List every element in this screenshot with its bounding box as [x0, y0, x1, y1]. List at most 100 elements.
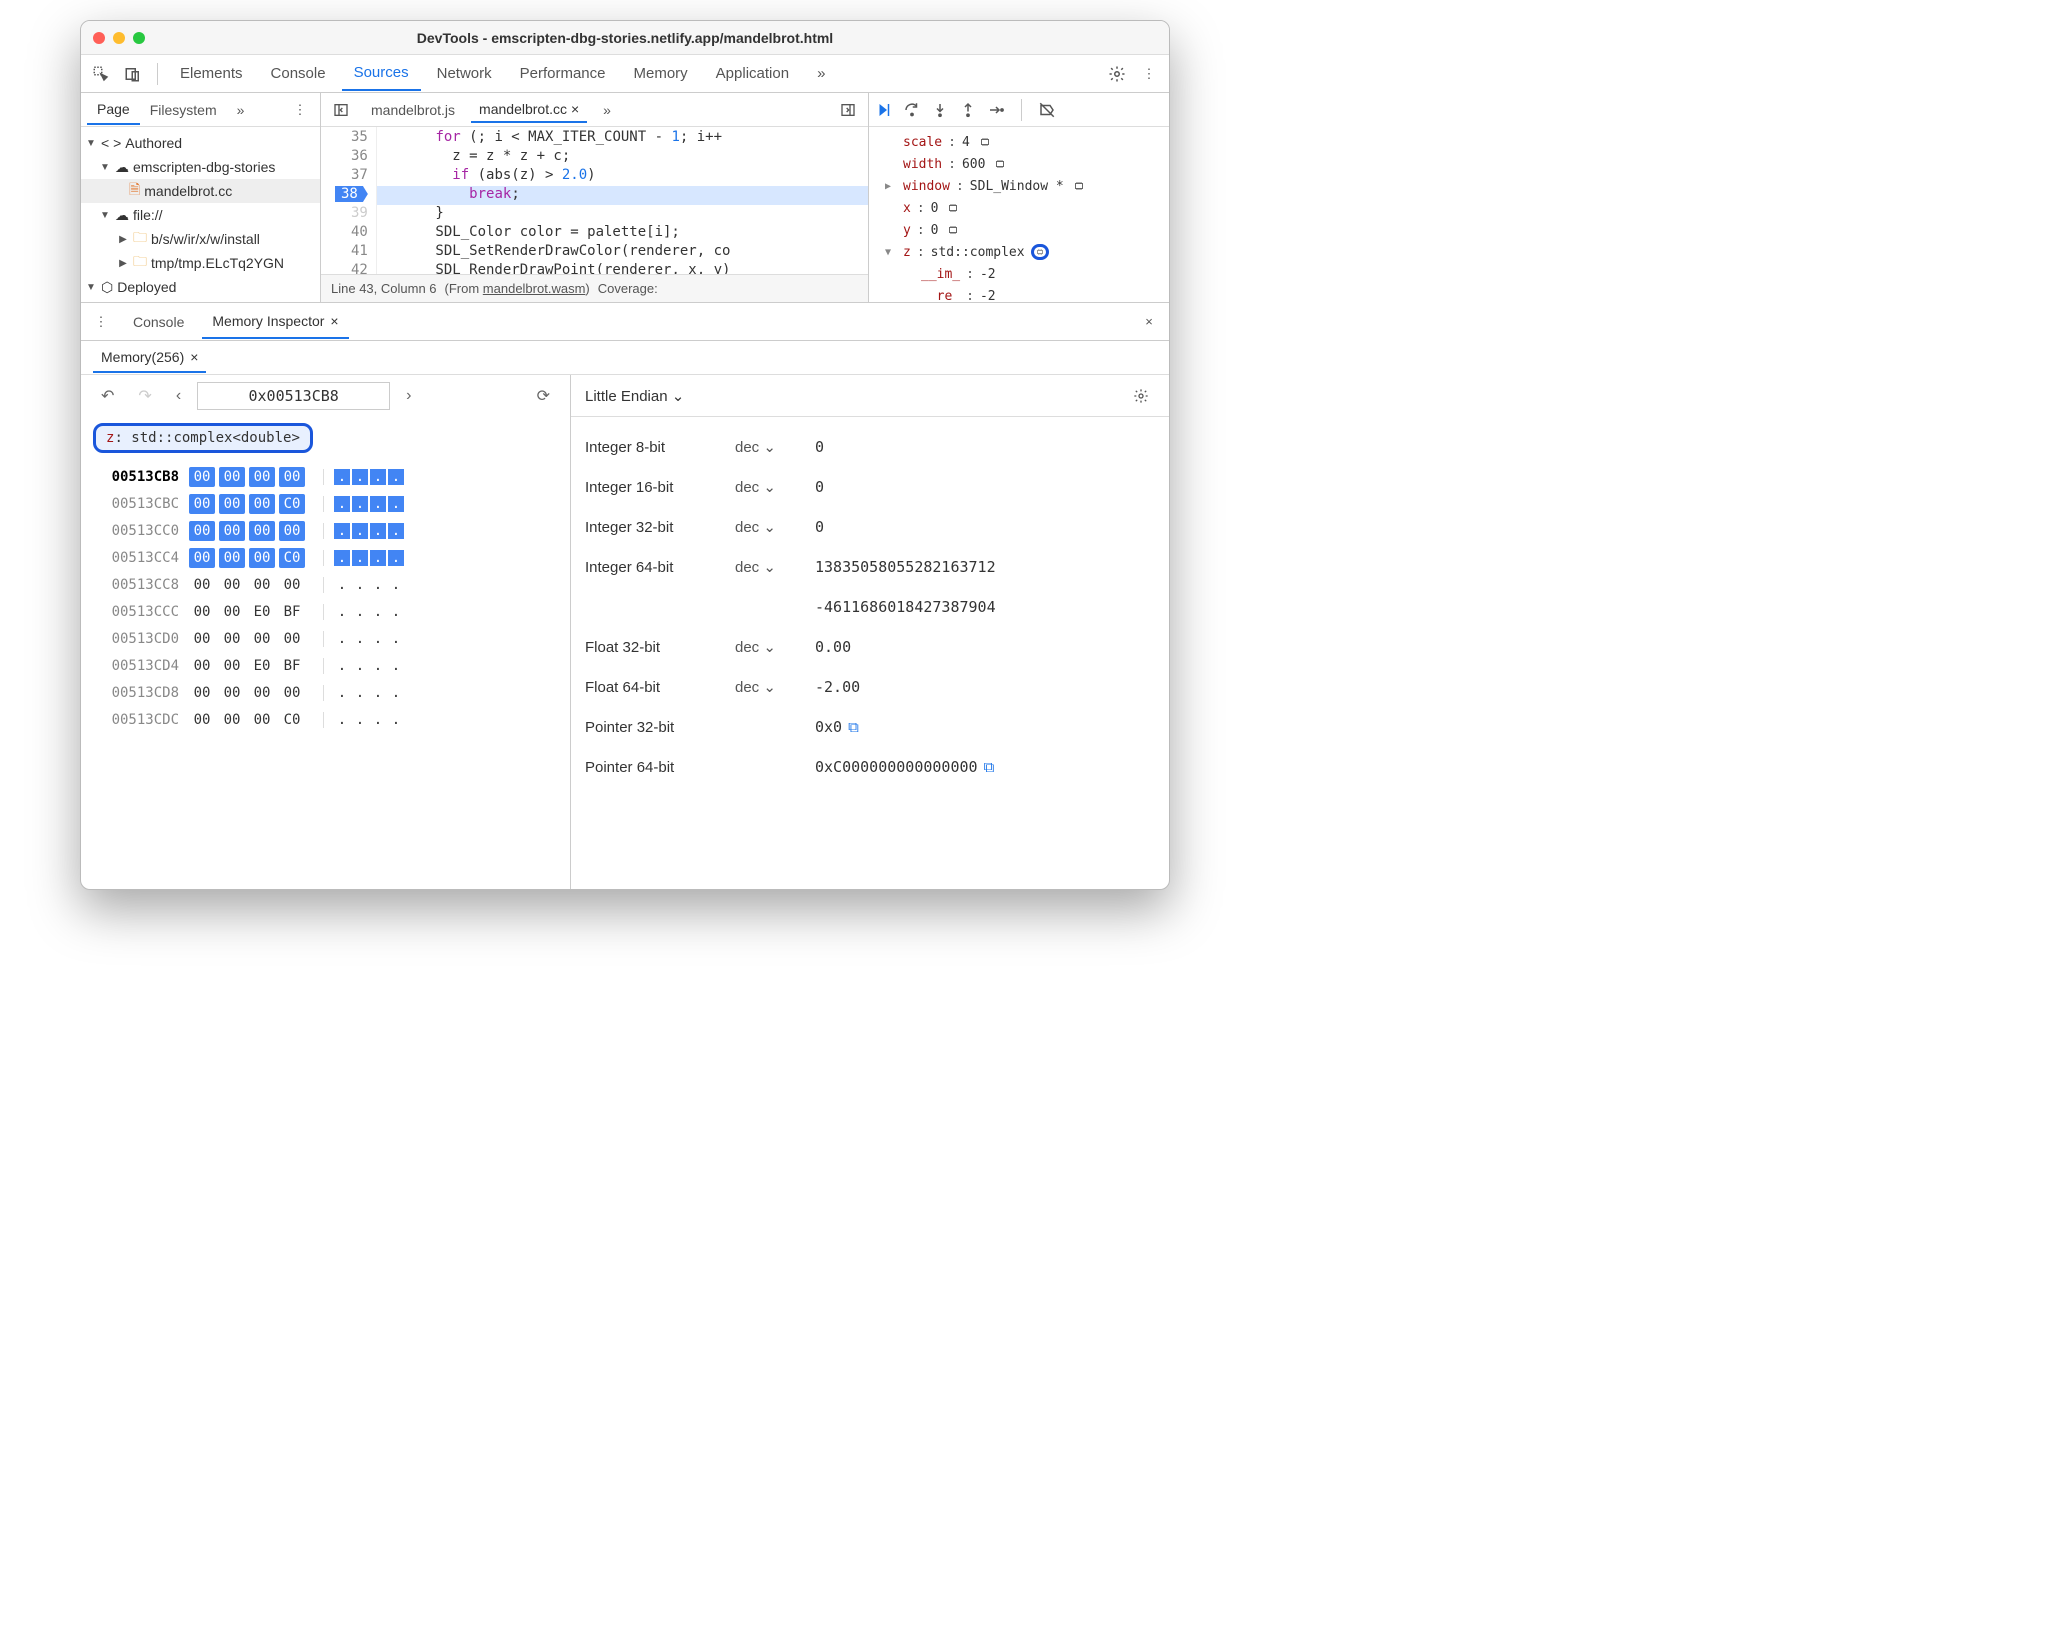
cloud-icon: ☁ [115, 159, 129, 176]
close-window-icon[interactable] [93, 32, 105, 44]
prev-page-icon[interactable]: ‹ [168, 387, 189, 405]
undo-icon[interactable]: ↶ [93, 386, 122, 406]
navigator-overflow[interactable]: » [227, 96, 255, 124]
nav-back-icon[interactable] [327, 96, 355, 124]
tree-file-scheme[interactable]: ▼☁file:// [81, 203, 320, 227]
scope-var-width[interactable]: width: 600 [875, 153, 1163, 175]
navigator-tab-page[interactable]: Page [87, 95, 140, 125]
hex-row[interactable]: 00513CD40000E0BF.... [93, 652, 558, 679]
refresh-icon[interactable]: ⟳ [529, 386, 558, 406]
tree-authored[interactable]: ▼< >Authored [81, 131, 320, 155]
format-select[interactable]: dec ⌄ [735, 638, 776, 656]
cursor-position: Line 43, Column 6 [331, 281, 437, 296]
window-title: DevTools - emscripten-dbg-stories.netlif… [81, 30, 1169, 46]
memory-chip-icon[interactable] [944, 222, 962, 238]
tab-overflow[interactable]: » [805, 57, 837, 90]
cloud-icon: ☁ [115, 207, 129, 224]
hex-row[interactable]: 00513CBC000000C0.... [93, 490, 558, 517]
scope-variables: scale: 4width: 600▶ window: SDL_Window *… [869, 127, 1169, 302]
navigator-more-icon[interactable]: ⋮ [286, 96, 314, 124]
jump-to-address-icon[interactable]: ⧉ [848, 718, 859, 736]
tree-file-mandelbrot[interactable]: 🗎mandelbrot.cc [81, 179, 320, 203]
memory-hex-panel: ↶ ↷ ‹ › ⟳ z: std::complex<double> 00513C… [81, 375, 571, 889]
tab-console[interactable]: Console [259, 57, 338, 90]
hex-row[interactable]: 00513CC4000000C0.... [93, 544, 558, 571]
memory-chip-icon[interactable] [1031, 244, 1049, 260]
hex-row[interactable]: 00513CB800000000.... [93, 463, 558, 490]
scope-var-z[interactable]: ▼ z: std::complex [875, 241, 1163, 263]
file-tree: ▼< >Authored ▼☁emscripten-dbg-stories 🗎m… [81, 127, 320, 302]
chevron-down-icon: ⌄ [763, 679, 776, 696]
step-into-icon[interactable] [931, 101, 949, 119]
endian-select[interactable]: Little Endian ⌄ [585, 387, 684, 405]
tab-elements[interactable]: Elements [168, 57, 255, 90]
format-select[interactable]: dec ⌄ [735, 478, 776, 496]
tab-memory[interactable]: Memory [622, 57, 700, 90]
tree-deployed[interactable]: ▼⬡Deployed [81, 275, 320, 299]
jump-to-address-icon[interactable]: ⧉ [984, 758, 995, 776]
hex-row[interactable]: 00513CD800000000.... [93, 679, 558, 706]
format-select[interactable]: dec ⌄ [735, 678, 776, 696]
memory-chip-icon[interactable] [976, 134, 994, 150]
step-over-icon[interactable] [903, 101, 921, 119]
scope-var-window[interactable]: ▶ window: SDL_Window * [875, 175, 1163, 197]
hex-row[interactable]: 00513CDC000000C0.... [93, 706, 558, 733]
close-icon[interactable]: × [571, 101, 579, 117]
step-icon[interactable] [987, 101, 1005, 119]
more-icon[interactable]: ⋮ [1135, 60, 1163, 88]
hex-row[interactable]: 00513CC800000000.... [93, 571, 558, 598]
resume-icon[interactable] [875, 101, 893, 119]
drawer-close-icon[interactable]: × [1135, 308, 1163, 336]
next-page-icon[interactable]: › [398, 387, 419, 405]
tree-origin[interactable]: ▼☁emscripten-dbg-stories [81, 155, 320, 179]
memory-tab[interactable]: Memory(256)× [93, 343, 206, 373]
maximize-window-icon[interactable] [133, 32, 145, 44]
navigator-tab-filesystem[interactable]: Filesystem [140, 96, 227, 124]
tab-application[interactable]: Application [704, 57, 801, 90]
object-highlight-chip[interactable]: z: std::complex<double> [93, 423, 313, 453]
wasm-source-link[interactable]: mandelbrot.wasm [483, 281, 586, 296]
code-editor[interactable]: 3536373839404142 for (; i < MAX_ITER_COU… [321, 127, 868, 274]
minimize-window-icon[interactable] [113, 32, 125, 44]
tree-folder-2[interactable]: ▶🗀tmp/tmp.ELcTq2YGN [81, 251, 320, 275]
format-select[interactable]: dec ⌄ [735, 558, 776, 576]
scope-var-y[interactable]: y: 0 [875, 219, 1163, 241]
scope-var-x[interactable]: x: 0 [875, 197, 1163, 219]
nav-forward-icon[interactable] [834, 96, 862, 124]
settings-icon[interactable] [1103, 60, 1131, 88]
deactivate-breakpoints-icon[interactable] [1038, 101, 1056, 119]
close-icon[interactable]: × [330, 313, 338, 329]
scope-var-scale[interactable]: scale: 4 [875, 131, 1163, 153]
memory-chip-icon[interactable] [944, 200, 962, 216]
drawer-tab-console[interactable]: Console [123, 306, 194, 338]
folder-icon: 🗀 [133, 227, 147, 251]
chevron-down-icon: ⌄ [763, 639, 776, 656]
debugger-panel: scale: 4width: 600▶ window: SDL_Window *… [869, 93, 1169, 302]
tab-network[interactable]: Network [425, 57, 504, 90]
memory-chip-icon[interactable] [1070, 178, 1088, 194]
hex-table: 00513CB800000000....00513CBC000000C0....… [81, 459, 570, 737]
address-input[interactable] [197, 382, 390, 410]
device-toolbar-icon[interactable] [119, 60, 147, 88]
tab-performance[interactable]: Performance [508, 57, 618, 90]
scope-var-__im_[interactable]: __im_: -2 [875, 263, 1163, 285]
hex-row[interactable]: 00513CD000000000.... [93, 625, 558, 652]
close-icon[interactable]: × [190, 349, 198, 365]
tab-sources[interactable]: Sources [342, 56, 421, 91]
drawer-more-icon[interactable]: ⋮ [87, 308, 115, 336]
file-tab-cc[interactable]: mandelbrot.cc× [471, 97, 587, 123]
step-out-icon[interactable] [959, 101, 977, 119]
tree-folder-1[interactable]: ▶🗀b/s/w/ir/x/w/install [81, 227, 320, 251]
inspect-element-icon[interactable] [87, 60, 115, 88]
file-tab-overflow[interactable]: » [595, 98, 619, 122]
file-tab-js[interactable]: mandelbrot.js [363, 98, 463, 122]
editor-panel: mandelbrot.js mandelbrot.cc× » 353637383… [321, 93, 869, 302]
hex-row[interactable]: 00513CC000000000.... [93, 517, 558, 544]
value-settings-icon[interactable] [1127, 382, 1155, 410]
drawer-tab-memory-inspector[interactable]: Memory Inspector× [202, 305, 348, 339]
format-select[interactable]: dec ⌄ [735, 518, 776, 536]
hex-row[interactable]: 00513CCC0000E0BF.... [93, 598, 558, 625]
scope-var-__re_[interactable]: __re_: -2 [875, 285, 1163, 302]
memory-chip-icon[interactable] [991, 156, 1009, 172]
format-select[interactable]: dec ⌄ [735, 438, 776, 456]
